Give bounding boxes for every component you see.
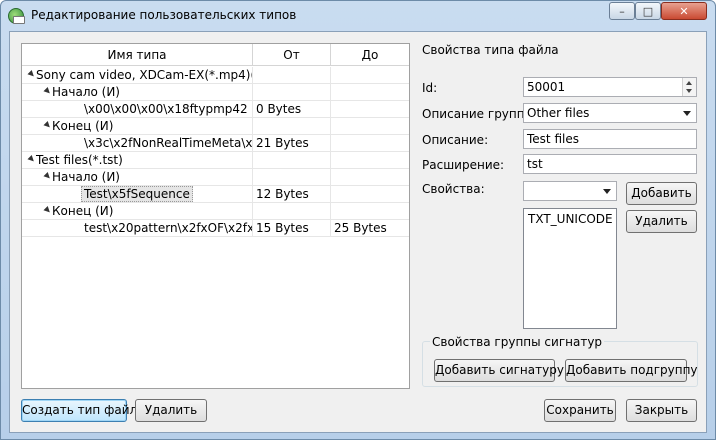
- tree-row[interactable]: Sony cam video, XDCam-EX(*.mp4)(...: [22, 67, 409, 84]
- expand-arrow-icon[interactable]: [43, 121, 52, 130]
- add-subgroup-button[interactable]: Добавить подгруппу: [565, 359, 698, 382]
- save-button[interactable]: Сохранить: [544, 399, 616, 422]
- tree-cell-to: [331, 118, 409, 134]
- add-signature-button[interactable]: Добавить сигнатуру: [434, 359, 564, 382]
- delete-type-button[interactable]: Удалить: [135, 399, 207, 422]
- expand-arrow-icon[interactable]: [43, 87, 52, 96]
- tree-cell-from: [253, 203, 331, 219]
- signature-group-title: Свойства группы сигнатур: [430, 335, 605, 349]
- close-button[interactable]: Закрыть: [626, 399, 697, 422]
- add-property-button[interactable]: Добавить: [626, 182, 697, 205]
- remove-property-button[interactable]: Удалить: [626, 210, 697, 233]
- tree-item-label: \x00\x00\x00\x18ftypmp42: [84, 102, 248, 116]
- tree-cell-name: Конец (И): [22, 118, 253, 134]
- chevron-down-icon: [603, 189, 611, 194]
- spin-buttons[interactable]: [682, 78, 696, 96]
- close-window-button[interactable]: ✕: [661, 2, 707, 20]
- tree-cell-to: [331, 84, 409, 100]
- group-description-value: Other files: [527, 106, 590, 120]
- tree-row[interactable]: \x3c\x2fNonRealTimeMeta\x... 21 Bytes: [22, 135, 409, 152]
- tree-item-label: Test files(*.tst): [36, 153, 123, 167]
- tree-cell-from: [253, 67, 331, 83]
- tree-cell-name: \x3c\x2fNonRealTimeMeta\x...: [22, 135, 253, 151]
- tree-row[interactable]: Test\x5fSequence 12 Bytes: [22, 186, 409, 203]
- tree-row[interactable]: Test files(*.tst): [22, 152, 409, 169]
- id-spinbox[interactable]: 50001: [523, 77, 697, 97]
- tree-cell-from: [253, 152, 331, 168]
- list-item[interactable]: TXT_UNICODE: [528, 212, 613, 226]
- tree-cell-to: [331, 135, 409, 151]
- tree-cell-name: test\x20pattern\x2fxOF\x2fxF...: [22, 220, 253, 236]
- chevron-down-icon: [683, 111, 691, 116]
- properties-list[interactable]: TXT_UNICODE: [523, 208, 617, 329]
- tree-item-label: \x3c\x2fNonRealTimeMeta\x...: [84, 136, 253, 150]
- tree-cell-from: 21 Bytes: [253, 135, 331, 151]
- tree-cell-from: 0 Bytes: [253, 101, 331, 117]
- extension-label: Расширение:: [422, 158, 505, 172]
- group-description-combo[interactable]: Other files: [523, 103, 697, 123]
- tree-cell-to: [331, 152, 409, 168]
- properties-label: Свойства:: [422, 182, 485, 196]
- spin-down-icon[interactable]: [686, 89, 692, 93]
- tree-row[interactable]: Начало (И): [22, 84, 409, 101]
- tree-item-label: Начало (И): [52, 85, 120, 99]
- tree-cell-to: [331, 186, 409, 202]
- spin-up-icon[interactable]: [686, 81, 692, 85]
- tree-cell-from: [253, 84, 331, 100]
- description-input[interactable]: Test files: [523, 129, 697, 149]
- window-title: Редактирование пользовательских типов: [31, 8, 297, 22]
- description-label: Описание:: [422, 133, 489, 147]
- tree-cell-name: Sony cam video, XDCam-EX(*.mp4)(...: [22, 67, 253, 83]
- types-tree-view[interactable]: Имя типа От До Sony cam video, XDCam-EX(…: [21, 43, 410, 389]
- expand-arrow-icon[interactable]: [43, 206, 52, 215]
- tree-item-label: Начало (И): [52, 170, 120, 184]
- tree-cell-from: 15 Bytes: [253, 220, 331, 236]
- tree-cell-to: [331, 101, 409, 117]
- id-value: 50001: [527, 80, 566, 94]
- app-icon: [8, 8, 25, 24]
- tree-cell-to: 25 Bytes: [334, 221, 387, 235]
- tree-cell-name: Test files(*.tst): [22, 152, 253, 168]
- create-file-type-button[interactable]: Создать тип файла: [21, 399, 145, 422]
- tree-cell-from: [253, 169, 331, 185]
- tree-cell-from: 12 Bytes: [253, 186, 331, 202]
- tree-cell-name: \x00\x00\x00\x18ftypmp42: [22, 101, 253, 117]
- dialog-client-area: Имя типа От До Sony cam video, XDCam-EX(…: [9, 31, 707, 433]
- tree-item-label: Конец (И): [52, 204, 114, 218]
- column-header-to[interactable]: До: [331, 44, 409, 66]
- tree-cell-name: Начало (И): [22, 84, 253, 100]
- group-description-label: Описание группы:: [422, 107, 539, 121]
- column-header-from[interactable]: От: [253, 44, 331, 66]
- tree-item-label: Конец (И): [52, 119, 114, 133]
- column-header-name[interactable]: Имя типа: [22, 44, 253, 66]
- maximize-button[interactable]: □: [635, 2, 661, 20]
- tree-item-label: test\x20pattern\x2fxOF\x2fxF...: [84, 221, 253, 235]
- tree-cell-from: [253, 118, 331, 134]
- properties-combo[interactable]: [523, 181, 617, 201]
- tree-item-label: Sony cam video, XDCam-EX(*.mp4)(...: [36, 68, 253, 82]
- expand-arrow-icon[interactable]: [27, 70, 36, 79]
- title-bar: Редактирование пользовательских типов – …: [1, 1, 715, 31]
- tree-cell-to: [331, 203, 409, 219]
- dialog-window: Редактирование пользовательских типов – …: [0, 0, 716, 440]
- tree-cell-name: Test\x5fSequence: [22, 186, 253, 202]
- file-type-properties-title: Свойства типа файла: [422, 43, 559, 57]
- tree-cell-to: [331, 169, 409, 185]
- expand-arrow-icon[interactable]: [27, 155, 36, 164]
- tree-cell-to: [331, 67, 409, 83]
- tree-item-label: Test\x5fSequence: [81, 186, 193, 202]
- tree-row[interactable]: Начало (И): [22, 169, 409, 186]
- tree-row[interactable]: test\x20pattern\x2fxOF\x2fxF... 15 Bytes 2…: [22, 220, 409, 237]
- extension-input[interactable]: tst: [523, 154, 697, 174]
- tree-row[interactable]: Конец (И): [22, 118, 409, 135]
- tree-row[interactable]: Конец (И): [22, 203, 409, 220]
- tree-body: Sony cam video, XDCam-EX(*.mp4)(... Начал…: [22, 67, 409, 237]
- minimize-button[interactable]: –: [609, 2, 635, 20]
- tree-row[interactable]: \x00\x00\x00\x18ftypmp42 0 Bytes: [22, 101, 409, 118]
- expand-arrow-icon[interactable]: [43, 172, 52, 181]
- id-label: Id:: [422, 81, 438, 95]
- tree-cell-name: Начало (И): [22, 169, 253, 185]
- tree-cell-name: Конец (И): [22, 203, 253, 219]
- tree-header: Имя типа От До: [22, 44, 409, 66]
